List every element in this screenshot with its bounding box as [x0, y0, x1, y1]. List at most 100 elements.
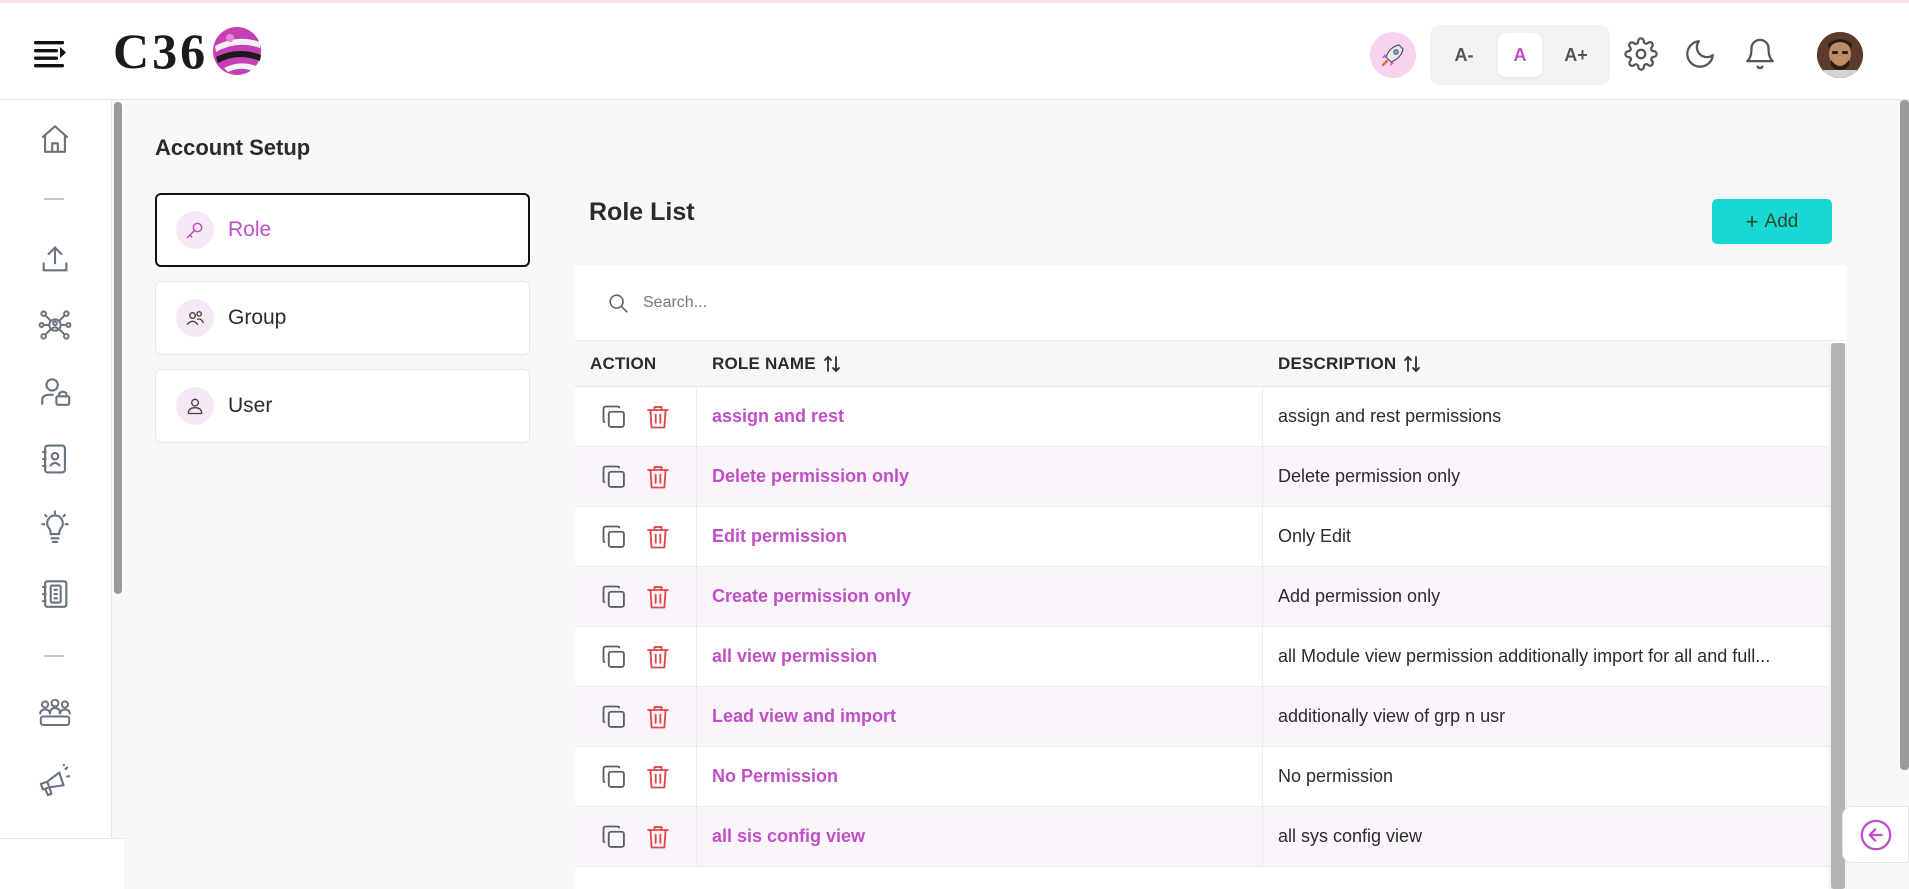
table-row: Lead view and import additionally view of…	[575, 687, 1829, 747]
description-cell: all Module view permission additionally …	[1263, 627, 1829, 686]
trash-icon[interactable]	[644, 523, 672, 551]
search-icon	[609, 293, 628, 313]
page-scrollbar[interactable]	[1900, 100, 1909, 770]
sidebar-separator	[44, 655, 64, 657]
key-icon	[186, 222, 203, 239]
role-name-link[interactable]: assign and rest	[712, 406, 844, 427]
column-header-action: ACTION	[590, 353, 657, 373]
role-name-link[interactable]: No Permission	[712, 766, 838, 787]
upload-icon[interactable]	[38, 242, 72, 276]
trash-icon[interactable]	[644, 643, 672, 671]
user-avatar[interactable]	[1817, 32, 1863, 78]
role-description: additionally view of grp n usr	[1278, 706, 1506, 726]
team-icon[interactable]	[38, 696, 72, 730]
copy-icon[interactable]	[600, 523, 628, 551]
menu-icon-badge	[176, 387, 214, 425]
increase-font-button[interactable]: A+	[1554, 33, 1598, 77]
search-bar	[575, 265, 1847, 341]
table-row: No Permission No permission	[575, 747, 1829, 807]
contacts-book-icon[interactable]	[38, 577, 72, 611]
copy-icon[interactable]	[600, 643, 628, 671]
sidebar-scrollbar[interactable]	[114, 102, 122, 594]
megaphone-icon[interactable]	[38, 764, 72, 798]
trash-icon[interactable]	[644, 763, 672, 791]
trash-icon[interactable]	[644, 403, 672, 431]
menu-item-label: Group	[228, 306, 287, 329]
table-header: ACTION ROLE NAME DESCRIPTION	[575, 341, 1829, 387]
role-name-link[interactable]: Create permission only	[712, 586, 911, 607]
logo-text: C36	[113, 23, 209, 79]
sort-icon[interactable]	[823, 355, 840, 373]
table-scroll-thumb[interactable]	[1831, 343, 1845, 889]
network-icon[interactable]	[38, 308, 72, 342]
role-name-link[interactable]: Edit permission	[712, 526, 847, 547]
menu-icon-badge	[176, 299, 214, 337]
rocket-button[interactable]	[1370, 32, 1416, 78]
role-name-link[interactable]: all view permission	[712, 646, 877, 667]
role-description: assign and rest permissions	[1278, 406, 1502, 426]
description-cell: Delete permission only	[1263, 447, 1829, 506]
sidebar-separator	[44, 198, 64, 200]
avatar-face-icon	[1817, 32, 1863, 78]
search-input[interactable]	[643, 293, 1243, 312]
copy-icon[interactable]	[600, 703, 628, 731]
table-row: Create permission only Add permission onl…	[575, 567, 1829, 627]
description-cell: Add permission only	[1263, 567, 1829, 626]
copy-icon[interactable]	[600, 823, 628, 851]
row-actions	[575, 807, 697, 866]
sidebar	[0, 100, 112, 889]
add-role-button[interactable]: + Add	[1712, 199, 1832, 244]
table-row: assign and rest assign and rest permissio…	[575, 387, 1829, 447]
user-lock-icon[interactable]	[38, 375, 72, 409]
menu-item-user[interactable]: User	[155, 369, 530, 443]
row-actions	[575, 447, 697, 506]
table-scrollbar[interactable]	[1829, 343, 1847, 889]
copy-icon[interactable]	[600, 763, 628, 791]
copy-icon[interactable]	[600, 463, 628, 491]
gear-icon[interactable]	[1624, 37, 1658, 71]
menu-item-group[interactable]: Group	[155, 281, 530, 355]
role-list-title: Role List	[589, 198, 695, 226]
role-name-cell: Create permission only	[697, 567, 1263, 626]
copy-icon[interactable]	[600, 403, 628, 431]
home-icon[interactable]	[38, 122, 72, 156]
role-description: Delete permission only	[1278, 466, 1461, 486]
role-name-cell: Lead view and import	[697, 687, 1263, 746]
role-description: all sys config view	[1278, 826, 1423, 846]
arrow-left-circle-icon	[1860, 819, 1891, 850]
collapse-panel-button[interactable]	[1842, 806, 1909, 863]
moon-icon[interactable]	[1683, 37, 1717, 71]
role-name-link[interactable]: Lead view and import	[712, 706, 896, 727]
table-row: all sis config view all sys config view	[575, 807, 1829, 867]
trash-icon[interactable]	[644, 583, 672, 611]
column-header-description-cell[interactable]: DESCRIPTION	[1263, 341, 1829, 386]
plus-icon: +	[1745, 208, 1759, 234]
menu-item-role[interactable]: Role	[155, 193, 530, 267]
copy-icon[interactable]	[600, 583, 628, 611]
role-name-cell: Delete permission only	[697, 447, 1263, 506]
row-actions	[575, 747, 697, 806]
trash-icon[interactable]	[644, 463, 672, 491]
top-bar: C36 A- A A+	[0, 0, 1909, 100]
menu-item-label: Role	[228, 218, 272, 241]
decrease-font-button[interactable]: A-	[1442, 33, 1486, 77]
lightbulb-icon[interactable]	[38, 510, 72, 544]
contact-card-icon[interactable]	[38, 442, 72, 476]
trash-icon[interactable]	[644, 823, 672, 851]
group-icon	[186, 311, 204, 326]
column-header-role-name-cell[interactable]: ROLE NAME	[697, 341, 1263, 386]
role-name-link[interactable]: Delete permission only	[712, 466, 909, 487]
app-logo[interactable]: C36	[113, 21, 264, 81]
sort-icon[interactable]	[1404, 355, 1421, 373]
row-actions	[575, 507, 697, 566]
hamburger-menu-icon[interactable]	[30, 37, 70, 71]
sidebar-footer	[0, 838, 124, 889]
bell-icon[interactable]	[1743, 37, 1777, 71]
default-font-button[interactable]: A	[1498, 33, 1542, 77]
role-name-cell: all sis config view	[697, 807, 1263, 866]
trash-icon[interactable]	[644, 703, 672, 731]
column-header-role-name: ROLE NAME	[712, 353, 816, 373]
role-description: Add permission only	[1278, 586, 1441, 606]
role-name-link[interactable]: all sis config view	[712, 826, 865, 847]
role-name-cell: all view permission	[697, 627, 1263, 686]
